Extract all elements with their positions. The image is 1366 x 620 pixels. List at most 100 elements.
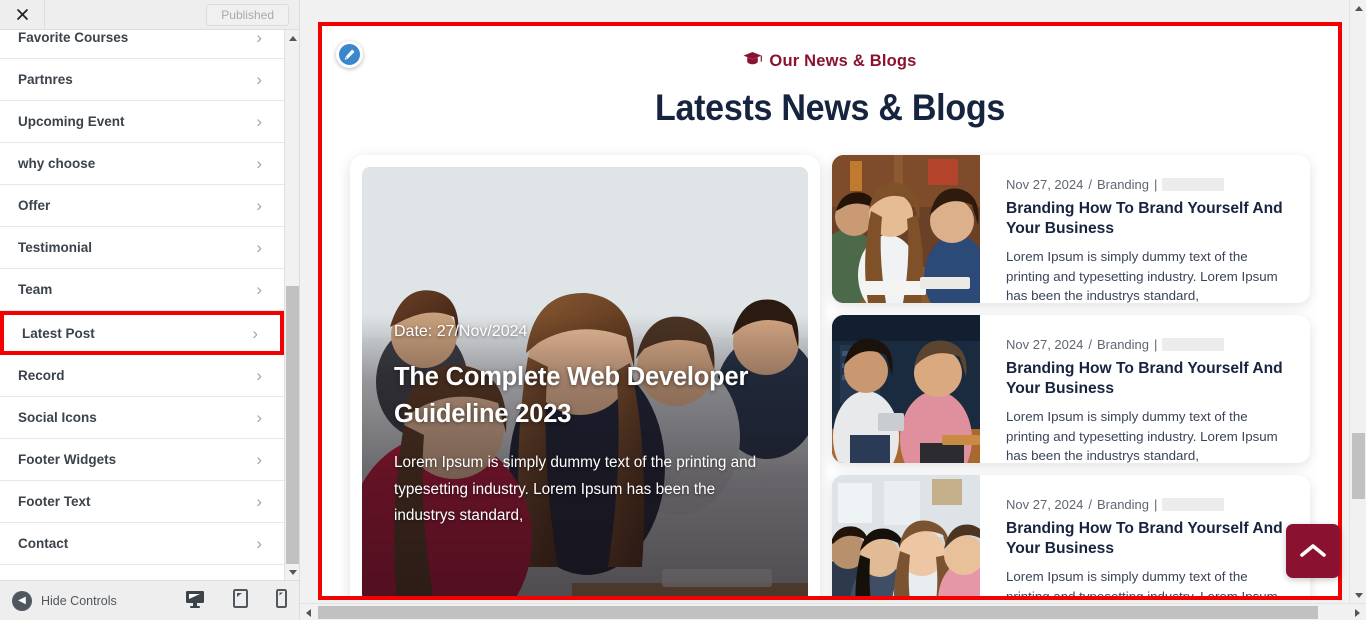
graduation-cap-icon xyxy=(743,51,763,71)
preview-area: Our News & Blogs Latests News & Blogs Da… xyxy=(300,0,1366,620)
post-meta-separator: | xyxy=(1154,337,1158,352)
device-mobile-button[interactable] xyxy=(276,588,287,613)
post-meta: Nov 27, 2024/Branding | xyxy=(1006,497,1288,512)
post-category[interactable]: Branding xyxy=(1097,337,1149,352)
post-meta-separator: | xyxy=(1154,497,1158,512)
panel-item-label: why choose xyxy=(18,156,96,171)
close-customizer-button[interactable] xyxy=(0,0,45,29)
chevron-right-icon: › xyxy=(252,323,258,343)
scroll-down-arrow-icon[interactable] xyxy=(285,564,299,580)
sidebar-item-team[interactable]: Team › xyxy=(0,269,284,311)
sidebar-item-contact[interactable]: Contact › xyxy=(0,523,284,565)
scroll-down-arrow-icon[interactable] xyxy=(1350,587,1366,604)
sidebar-item-social-icons[interactable]: Social Icons › xyxy=(0,397,284,439)
customizer-header: Published xyxy=(0,0,299,30)
scroll-up-arrow-icon[interactable] xyxy=(285,30,299,46)
featured-post-card[interactable]: Date: 27/Nov/2024 The Complete Web Devel… xyxy=(350,155,820,596)
post-card[interactable]: Nov 27, 2024/Branding | Branding How To … xyxy=(832,315,1310,463)
post-category[interactable]: Branding xyxy=(1097,497,1149,512)
panel-list: Favorite Courses › Partnres › Upcoming E… xyxy=(0,30,284,565)
sidebar-item-why-choose[interactable]: why choose › xyxy=(0,143,284,185)
device-tablet-button[interactable] xyxy=(233,588,248,613)
chevron-right-icon: › xyxy=(256,408,262,427)
featured-post-date: Date: 27/Nov/2024 xyxy=(394,323,528,340)
horizontal-scrollbar-thumb[interactable] xyxy=(318,606,1318,619)
chevron-left-icon: ◀ xyxy=(12,590,32,611)
scroll-up-arrow-icon[interactable] xyxy=(1350,0,1366,17)
close-icon xyxy=(16,9,28,20)
chevron-right-icon: › xyxy=(256,534,262,553)
post-date: Nov 27, 2024 xyxy=(1006,497,1084,512)
site-preview-page: Our News & Blogs Latests News & Blogs Da… xyxy=(322,26,1338,596)
customizer-app: Published Favorite Courses › Partnres › … xyxy=(0,0,1366,620)
post-meta: Nov 27, 2024/Branding | xyxy=(1006,337,1288,352)
panel-item-label: Offer xyxy=(18,198,51,213)
sidebar-item-record[interactable]: Record › xyxy=(0,355,284,397)
panel-scroll-area: Favorite Courses › Partnres › Upcoming E… xyxy=(0,30,299,580)
post-thumbnail xyxy=(832,155,980,303)
publish-button[interactable]: Published xyxy=(206,3,289,26)
vertical-scrollbar-thumb[interactable] xyxy=(1352,433,1365,499)
post-image xyxy=(832,155,980,303)
sidebar-item-footer-text[interactable]: Footer Text › xyxy=(0,481,284,523)
chevron-right-icon: › xyxy=(256,30,262,47)
post-title[interactable]: Branding How To Brand Yourself And Your … xyxy=(1006,519,1288,558)
post-title[interactable]: Branding How To Brand Yourself And Your … xyxy=(1006,199,1288,238)
preview-vertical-scrollbar[interactable] xyxy=(1349,0,1366,604)
section-eyebrow: Our News & Blogs xyxy=(322,51,1338,71)
panel-item-label: Contact xyxy=(18,536,69,551)
post-card[interactable]: Nov 27, 2024/Branding | Branding How To … xyxy=(832,155,1310,303)
chevron-right-icon: › xyxy=(256,196,262,215)
featured-post-inner: Date: 27/Nov/2024 The Complete Web Devel… xyxy=(362,167,808,596)
post-excerpt: Lorem Ipsum is simply dummy text of the … xyxy=(1006,569,1278,596)
post-date: Nov 27, 2024 xyxy=(1006,177,1084,192)
post-excerpt: Lorem Ipsum is simply dummy text of the … xyxy=(1006,409,1278,463)
sidebar-item-footer-widgets[interactable]: Footer Widgets › xyxy=(0,439,284,481)
hide-controls-button[interactable]: ◀ Hide Controls xyxy=(12,590,117,611)
panel-item-label: Upcoming Event xyxy=(18,114,125,129)
tablet-icon xyxy=(233,588,248,613)
post-image xyxy=(832,315,980,463)
chevron-right-icon: › xyxy=(256,280,262,299)
panel-item-label: Partnres xyxy=(18,72,73,87)
post-category[interactable]: Branding xyxy=(1097,177,1149,192)
post-meta-placeholder xyxy=(1162,178,1225,191)
section-title: Latests News & Blogs xyxy=(654,87,1006,128)
panel-item-label: Team xyxy=(18,282,53,297)
panel-item-label: Favorite Courses xyxy=(18,30,129,45)
desktop-icon xyxy=(185,590,205,613)
panel-item-label: Record xyxy=(18,368,65,383)
chevron-right-icon: › xyxy=(256,450,262,469)
post-meta-separator: | xyxy=(1154,177,1158,192)
chevron-right-icon: › xyxy=(256,366,262,385)
chevron-right-icon: › xyxy=(256,238,262,257)
sidebar-item-favorite-courses[interactable]: Favorite Courses › xyxy=(0,30,284,59)
hide-controls-label: Hide Controls xyxy=(41,593,117,608)
scroll-right-arrow-icon[interactable] xyxy=(1349,604,1366,620)
sidebar-item-offer[interactable]: Offer › xyxy=(0,185,284,227)
scroll-to-top-button[interactable] xyxy=(1286,524,1340,578)
edit-section-button[interactable] xyxy=(336,41,363,68)
featured-post-excerpt: Lorem Ipsum is simply dummy text of the … xyxy=(394,454,757,525)
post-meta-placeholder xyxy=(1162,338,1225,351)
chevron-right-icon: › xyxy=(256,112,262,131)
scroll-left-arrow-icon[interactable] xyxy=(300,604,317,620)
sidebar-item-testimonial[interactable]: Testimonial › xyxy=(0,227,284,269)
post-card[interactable]: Nov 27, 2024/Branding | Branding How To … xyxy=(832,475,1310,596)
sidebar-item-latest-post[interactable]: Latest Post › xyxy=(0,311,284,355)
panel-item-label: Latest Post xyxy=(22,325,95,341)
chevron-up-icon xyxy=(1300,544,1326,557)
featured-post-title[interactable]: The Complete Web Developer Guideline 202… xyxy=(394,359,778,433)
sidebar-item-partnres[interactable]: Partnres › xyxy=(0,59,284,101)
device-desktop-button[interactable] xyxy=(185,590,205,613)
preview-horizontal-scrollbar[interactable] xyxy=(300,603,1366,620)
sidebar-item-upcoming-event[interactable]: Upcoming Event › xyxy=(0,101,284,143)
sidebar-scrollbar[interactable] xyxy=(284,30,299,580)
post-list: Nov 27, 2024/Branding | Branding How To … xyxy=(832,155,1310,596)
featured-post-content: Date: 27/Nov/2024 The Complete Web Devel… xyxy=(394,323,778,529)
panel-item-label: Footer Widgets xyxy=(18,452,117,467)
chevron-right-icon: › xyxy=(256,70,262,89)
sidebar-scrollbar-thumb[interactable] xyxy=(286,286,299,566)
post-title[interactable]: Branding How To Brand Yourself And Your … xyxy=(1006,359,1288,398)
customizer-sidebar: Published Favorite Courses › Partnres › … xyxy=(0,0,300,620)
